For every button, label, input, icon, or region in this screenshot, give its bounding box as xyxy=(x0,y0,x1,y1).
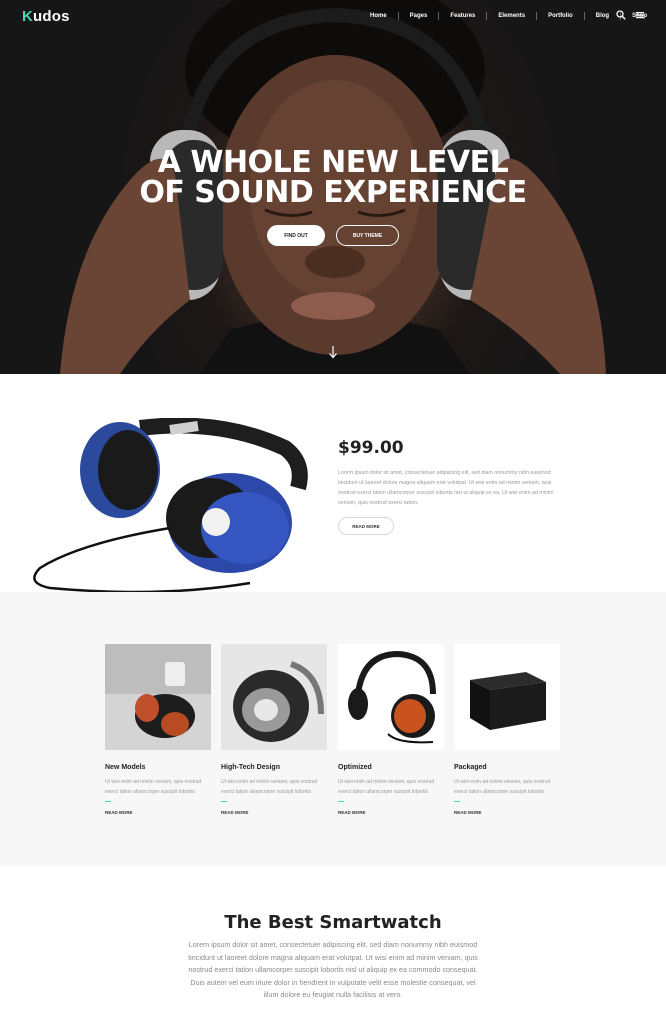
feature-text: Ut wisi enim ad minim veniam, quis nostr… xyxy=(454,779,551,795)
nav-item-portfolio[interactable]: Portfolio xyxy=(548,13,573,19)
feature-title: Packaged xyxy=(454,764,487,771)
find-out-button[interactable]: FIND OUT xyxy=(267,225,325,246)
product-price: $99.00 xyxy=(338,438,404,458)
feature-divider xyxy=(454,801,460,802)
nav-divider xyxy=(583,12,585,20)
feature-read-more-link[interactable]: READ MORE xyxy=(221,810,327,815)
feature-card-optimized: Optimized Ut wisi enim ad minim veniam, … xyxy=(338,644,444,815)
nav-item-elements[interactable]: Elements xyxy=(498,13,525,19)
search-icon[interactable] xyxy=(616,10,626,20)
feature-text: Ut wisi enim ad minim veniam, quis nostr… xyxy=(221,779,318,795)
nav-item-home[interactable]: Home xyxy=(370,13,387,19)
nav-divider xyxy=(536,12,538,20)
main-nav: Home Pages Features Elements Portfolio B… xyxy=(370,12,647,20)
feature-image-optimized[interactable] xyxy=(338,644,444,750)
features-section: New Models Ut wisi enim ad minim veniam,… xyxy=(0,592,666,866)
feature-image-new-models[interactable] xyxy=(105,644,211,750)
smartwatch-description: Lorem ipsum dolor sit amet, consectetuer… xyxy=(188,940,478,999)
product-description: Lorem ipsum dolor sit amet, consectetuer… xyxy=(338,470,554,506)
smartwatch-section: The Best Smartwatch Lorem ipsum dolor si… xyxy=(0,866,666,1034)
buy-theme-button[interactable]: BUY THEME xyxy=(336,225,399,246)
feature-text: Ut wisi enim ad minim veniam, quis nostr… xyxy=(105,779,202,795)
headphones-product-image xyxy=(33,418,308,593)
nav-divider xyxy=(397,12,399,20)
feature-image-packaged[interactable] xyxy=(454,644,560,750)
feature-card-new-models: New Models Ut wisi enim ad minim veniam,… xyxy=(105,644,211,815)
feature-read-more-link[interactable]: READ MORE xyxy=(105,810,211,815)
feature-card-packaged: Packaged Ut wisi enim ad minim veniam, q… xyxy=(454,644,560,815)
hero-section: Kudos Home Pages Features Elements Portf… xyxy=(0,0,666,374)
nav-item-blog[interactable]: Blog xyxy=(596,13,609,19)
feature-title: New Models xyxy=(105,764,146,771)
nav-item-features[interactable]: Features xyxy=(450,13,475,19)
feature-card-high-tech-design: High-Tech Design Ut wisi enim ad minim v… xyxy=(221,644,327,815)
brand-logo[interactable]: Kudos xyxy=(22,8,70,25)
nav-item-pages[interactable]: Pages xyxy=(410,13,428,19)
smartwatch-title: The Best Smartwatch xyxy=(224,912,442,933)
nav-divider xyxy=(438,12,440,20)
feature-image-high-tech-design[interactable] xyxy=(221,644,327,750)
feature-read-more-link[interactable]: READ MORE xyxy=(454,810,560,815)
feature-title: Optimized xyxy=(338,764,372,771)
arrow-down-icon[interactable] xyxy=(328,345,338,359)
menu-icon[interactable] xyxy=(635,10,645,20)
product-read-more-button[interactable]: READ MORE xyxy=(338,517,394,535)
feature-text: Ut wisi enim ad minim veniam, quis nostr… xyxy=(338,779,435,795)
nav-divider xyxy=(486,12,488,20)
feature-divider xyxy=(221,801,227,802)
feature-divider xyxy=(105,801,111,802)
feature-divider xyxy=(338,801,344,802)
hero-title-line-2: OF SOUND EXPERIENCE xyxy=(139,175,527,210)
feature-title: High-Tech Design xyxy=(221,764,280,771)
product-section: $99.00 Lorem ipsum dolor sit amet, conse… xyxy=(0,374,666,593)
top-navbar: Kudos Home Pages Features Elements Portf… xyxy=(0,0,666,34)
feature-read-more-link[interactable]: READ MORE xyxy=(338,810,444,815)
